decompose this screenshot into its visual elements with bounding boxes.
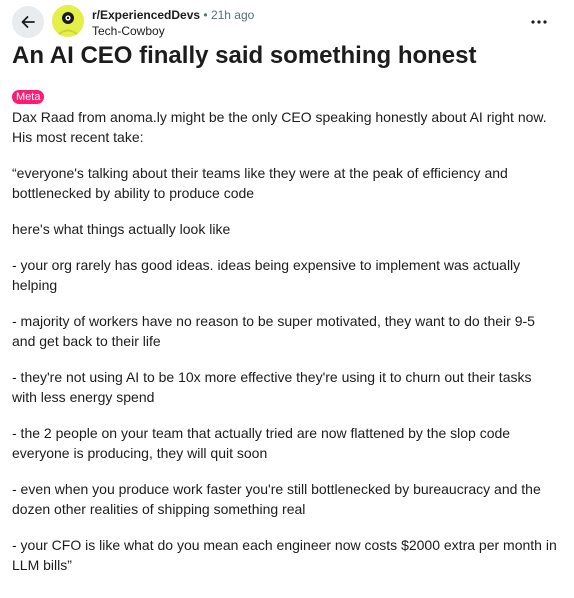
post-header: r/ExperiencedDevs • 21h ago Tech-Cowboy	[0, 0, 574, 42]
post-paragraph: - your org rarely has good ideas. ideas …	[12, 257, 521, 293]
post-paragraph: - your CFO is like what do you mean each…	[12, 537, 557, 573]
post-paragraph: - even when you produce work faster you'…	[12, 481, 541, 517]
post-paragraph: Dax Raad from anoma.ly might be the only…	[12, 109, 547, 145]
meta-separator: •	[203, 8, 208, 22]
post-paragraph: - the 2 people on your team that actuall…	[12, 425, 511, 461]
post-paragraph: “everyone's talking about their teams li…	[12, 165, 508, 201]
arrow-left-icon	[21, 16, 35, 28]
more-options-button[interactable]	[524, 8, 554, 36]
post-meta-line: r/ExperiencedDevs • 21h ago	[92, 7, 254, 23]
post-paragraph: - majority of workers have no reason to …	[12, 313, 535, 349]
post-meta: r/ExperiencedDevs • 21h ago Tech-Cowboy	[92, 7, 254, 39]
subreddit-avatar-icon	[52, 5, 84, 37]
post-title[interactable]: An AI CEO finally said something honest	[12, 40, 477, 72]
post-flair[interactable]: Meta	[12, 90, 45, 104]
subreddit-link[interactable]: r/ExperiencedDevs	[92, 8, 200, 22]
post-paragraph: here's what things actually look like	[12, 221, 231, 237]
post-body: Dax Raad from anoma.ly might be the only…	[12, 107, 557, 591]
post-paragraph: - they're not using AI to be 10x more ef…	[12, 369, 532, 405]
subreddit-avatar[interactable]	[52, 5, 84, 37]
back-button[interactable]	[12, 6, 44, 38]
post-time: 21h ago	[210, 8, 255, 22]
more-options-icon	[531, 20, 547, 24]
author-link[interactable]: Tech-Cowboy	[92, 23, 254, 39]
